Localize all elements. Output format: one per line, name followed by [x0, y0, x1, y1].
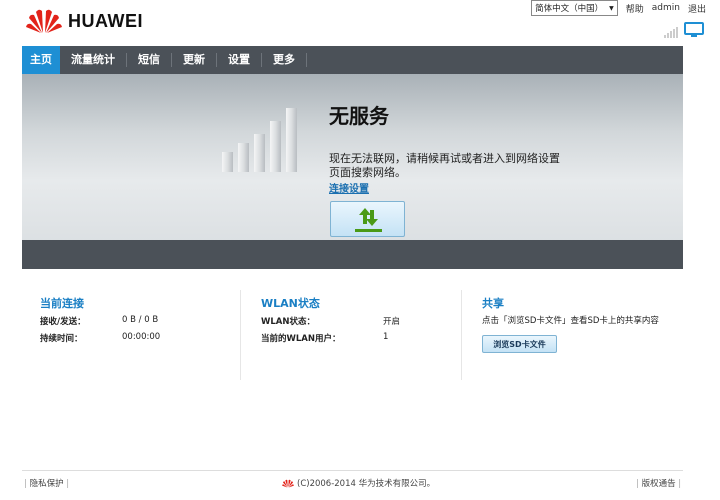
- top-links: 简体中文（中国） ▼ 帮助 admin 退出: [531, 0, 706, 16]
- nav-item-update[interactable]: 更新: [172, 46, 216, 74]
- column-divider: [240, 290, 241, 380]
- duration-label: 持续时间：: [40, 334, 83, 344]
- language-value: 简体中文（中国）: [535, 4, 604, 14]
- nav-item-sms[interactable]: 短信: [127, 46, 171, 74]
- connect-button[interactable]: [330, 201, 405, 237]
- brand-name: HUAWEI: [68, 10, 143, 31]
- signal-strength-icon: [663, 26, 678, 38]
- huawei-logo: HUAWEI: [26, 8, 143, 34]
- copyright-notice-link[interactable]: 版权通告: [642, 479, 676, 489]
- service-status-title: 无服务: [329, 104, 389, 128]
- wlan-status-title: WLAN状态: [261, 297, 320, 310]
- status-icons: [663, 22, 704, 38]
- updown-arrows-icon: [355, 208, 382, 232]
- rx-tx-value: 0 B / 0 B: [122, 315, 159, 325]
- huawei-flower-icon: [282, 479, 294, 487]
- nav-divider: [306, 53, 307, 67]
- duration-value: 00:00:00: [122, 332, 161, 342]
- username-link[interactable]: admin: [652, 3, 680, 13]
- privacy-link-wrap: | 隐私保护 |: [24, 479, 70, 489]
- wlan-status-value: 开启: [383, 317, 401, 327]
- huawei-flower-icon: [26, 9, 62, 34]
- help-link[interactable]: 帮助: [626, 2, 644, 15]
- copyright-notice-wrap: | 版权通告 |: [636, 479, 682, 489]
- nav-item-home[interactable]: 主页: [22, 46, 60, 74]
- signal-bars-icon: [222, 108, 297, 172]
- privacy-link[interactable]: 隐私保护: [30, 479, 64, 489]
- banner-bottom-strip: [22, 240, 683, 269]
- main-nav: 主页 流量统计 短信 更新 设置 更多: [22, 46, 683, 74]
- nav-item-settings[interactable]: 设置: [217, 46, 261, 74]
- footer-copyright: (C)2006-2014 华为技术有限公司。: [282, 477, 435, 489]
- dropdown-arrow-icon: ▼: [609, 4, 614, 12]
- service-status-message: 现在无法联网，请稍候再试或者进入到网络设置页面搜索网络。: [329, 152, 560, 179]
- wlan-status-label: WLAN状态：: [261, 317, 315, 327]
- nav-item-traffic[interactable]: 流量统计: [60, 46, 126, 74]
- wlan-users-label: 当前的WLAN用户：: [261, 334, 341, 344]
- rx-tx-label: 接收/发送：: [40, 317, 86, 327]
- wlan-users-value: 1: [383, 332, 389, 342]
- share-description: 点击「浏览SD卡文件」查看SD卡上的共享内容: [482, 316, 659, 326]
- connection-settings-link[interactable]: 连接设置: [329, 180, 369, 195]
- column-divider: [461, 290, 462, 380]
- footer-divider: [22, 470, 683, 471]
- browse-sd-button[interactable]: 浏览SD卡文件: [482, 335, 557, 353]
- logout-link[interactable]: 退出: [688, 2, 706, 15]
- nav-item-more[interactable]: 更多: [262, 46, 306, 74]
- copyright-text: (C)2006-2014 华为技术有限公司。: [297, 479, 436, 489]
- language-select[interactable]: 简体中文（中国） ▼: [531, 0, 618, 16]
- current-connection-title: 当前连接: [40, 297, 84, 310]
- pc-monitor-icon: [684, 22, 704, 37]
- share-title: 共享: [482, 297, 504, 310]
